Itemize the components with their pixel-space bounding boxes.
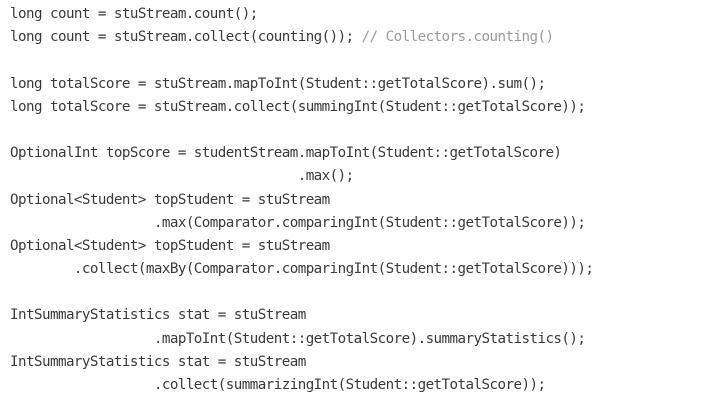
code-line-total-score-summing: long totalScore = stuStream.collect(summ…	[10, 98, 586, 115]
code-line-top-student: Optional<Student> topStudent = stuStream	[10, 191, 330, 208]
code-line-stat-collector: IntSummaryStatistics stat = stuStream	[10, 353, 306, 370]
code-line-top-student-max: .max(Comparator.comparingInt(Student::ge…	[10, 214, 586, 231]
code-line-stat-summarizing: .collect(summarizingInt(Student::getTota…	[10, 377, 546, 393]
code-line-total-score-sum: long totalScore = stuStream.mapToInt(Stu…	[10, 75, 546, 92]
code-text: long count = stuStream.collect(counting(…	[10, 29, 362, 46]
code-line-stat-summary: .mapToInt(Student::getTotalScore).summar…	[10, 330, 586, 347]
code-line-top-student-maxby: .collect(maxBy(Comparator.comparingInt(S…	[10, 261, 594, 278]
code-line-top-score-max: .max();	[10, 168, 355, 185]
code-line-stat: IntSummaryStatistics stat = stuStream	[10, 307, 306, 324]
code-line-top-score: OptionalInt topScore = studentStream.map…	[10, 145, 562, 162]
code-line-counting-collector: long count = stuStream.collect(counting(…	[10, 26, 717, 49]
code-view: long count = stuStream.count(); long cou…	[0, 0, 717, 408]
code-comment: // Collectors.counting()	[361, 29, 554, 46]
code-line-top-student-collector: Optional<Student> topStudent = stuStream	[10, 237, 330, 254]
code-line-count: long count = stuStream.count();	[10, 6, 258, 22]
